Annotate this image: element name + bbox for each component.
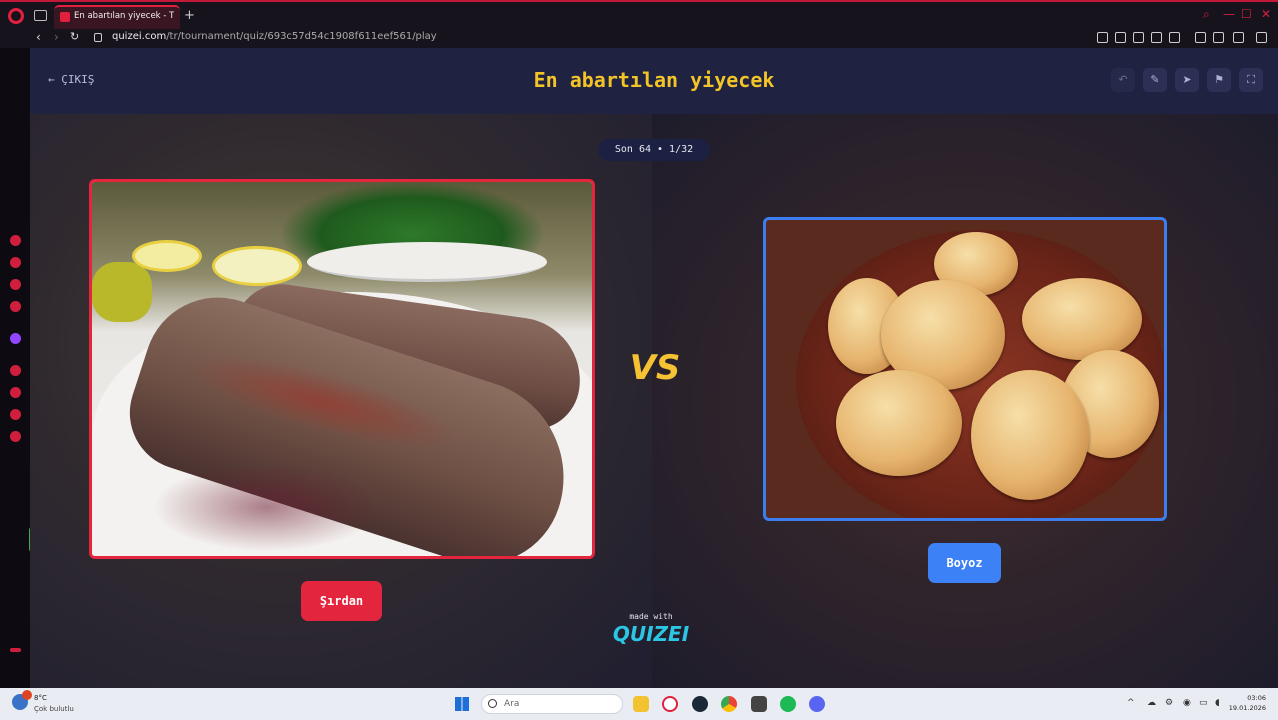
search-tabs-icon[interactable]: ⌕ <box>1203 7 1210 22</box>
image-pastry <box>836 370 962 476</box>
file-explorer-icon[interactable] <box>633 696 649 712</box>
weather-condition: Çok bulutlu <box>34 705 74 713</box>
page-title: En abartılan yiyecek <box>533 68 775 92</box>
taskbar-search[interactable]: Ara <box>481 694 623 714</box>
url-path: /tr/tournament/quiz/693c57d54c1908f611ee… <box>166 31 437 42</box>
right-choice-button[interactable]: Boyoz <box>928 543 1001 583</box>
steam-tray-icon[interactable]: ◉ <box>1183 698 1191 708</box>
browser-window: En abartılan yiyecek - Ti + ⌕ — ☐ ✕ ‹ › … <box>0 0 1278 720</box>
round-indicator: Son 64 • 1/32 <box>598 139 710 161</box>
download-icon[interactable] <box>1213 32 1224 43</box>
active-tab[interactable]: En abartılan yiyecek - Ti <box>54 5 180 29</box>
sidebar-bookmarks-icon[interactable] <box>10 409 21 420</box>
flag-icon[interactable]: ⚑ <box>1207 68 1231 92</box>
sidebar-settings-icon[interactable] <box>10 431 21 442</box>
wallet-icon[interactable] <box>1195 32 1206 43</box>
cloud-icon[interactable]: ☁ <box>1147 698 1156 708</box>
opera-taskbar-icon[interactable] <box>662 696 678 712</box>
address-bar: ‹ › ↻ quizei.com/tr/tournament/quiz/693c… <box>0 29 1278 48</box>
chrome-icon[interactable] <box>721 696 737 712</box>
aria-icon[interactable] <box>1233 32 1244 43</box>
image-pastry <box>1022 278 1142 360</box>
extension-icon[interactable] <box>1097 32 1108 43</box>
weather-temp: 8°C <box>34 694 47 702</box>
plus-icon[interactable]: + <box>184 8 195 23</box>
sidebar-whatsapp-icon[interactable] <box>10 279 21 290</box>
minimize-icon[interactable]: — <box>1223 7 1235 21</box>
clock-time: 03:06 <box>1247 694 1266 702</box>
url-field[interactable]: quizei.com/tr/tournament/quiz/693c57d54c… <box>112 31 437 42</box>
shield-icon[interactable] <box>1133 32 1144 43</box>
sidebar-more-icon[interactable] <box>10 648 21 652</box>
vs-icon: VS <box>629 348 681 388</box>
fullscreen-icon[interactable]: ⛶ <box>1239 68 1263 92</box>
sidebar-history-icon[interactable] <box>10 387 21 398</box>
sidebar-twitch-icon[interactable] <box>10 333 21 344</box>
tab-bar: En abartılan yiyecek - Ti + ⌕ — ☐ ✕ <box>0 0 1278 29</box>
edit-icon[interactable]: ✎ <box>1143 68 1167 92</box>
lock-icon <box>94 33 102 42</box>
quizei-logo[interactable]: QUIZEI <box>606 622 696 646</box>
sidebar-messenger-icon[interactable] <box>10 257 21 268</box>
clock-date: 19.01.2026 <box>1228 704 1266 712</box>
image-pastry <box>971 370 1089 500</box>
image-sumac <box>152 462 382 552</box>
windows-taskbar: 8°C Çok bulutlu Ara ^ ☁ ⚙ ◉ ▭ ◖ 03:06 19.… <box>0 688 1278 720</box>
steam-icon[interactable] <box>692 696 708 712</box>
discord-icon[interactable] <box>809 696 825 712</box>
opera-logo-icon[interactable] <box>8 8 24 24</box>
clock[interactable]: 03:06 19.01.2026 <box>1228 693 1266 713</box>
undo-icon[interactable]: ↶ <box>1111 68 1135 92</box>
monitor-icon[interactable]: ▭ <box>1199 698 1208 708</box>
windows-start-icon[interactable] <box>455 697 469 711</box>
back-icon[interactable]: ‹ <box>36 30 41 44</box>
quiz-header: ← ÇIKIŞ En abartılan yiyecek ↶ ✎ ➤ ⚑ ⛶ <box>30 48 1278 114</box>
gear-icon[interactable]: ⚙ <box>1165 698 1173 708</box>
url-domain: quizei.com <box>112 31 167 42</box>
chevron-up-icon[interactable]: ^ <box>1127 698 1135 708</box>
search-placeholder: Ara <box>504 699 520 709</box>
menu-icon[interactable] <box>1256 32 1267 43</box>
quiz-page: ← ÇIKIŞ En abartılan yiyecek ↶ ✎ ➤ ⚑ ⛶ S… <box>30 48 1278 688</box>
sidebar-music-icon[interactable] <box>10 365 21 376</box>
spotify-icon[interactable] <box>780 696 796 712</box>
image-bowl <box>307 242 547 282</box>
workspaces-icon[interactable] <box>34 10 47 21</box>
image-pepper <box>92 262 152 322</box>
tab-title: En abartılan yiyecek - Ti <box>74 11 174 21</box>
volume-icon[interactable]: ◖ <box>1215 698 1220 708</box>
right-choice-image[interactable] <box>763 217 1167 521</box>
share-icon[interactable]: ➤ <box>1175 68 1199 92</box>
sidebar-aria-icon[interactable] <box>10 235 21 246</box>
sidebar-discord-icon[interactable] <box>10 301 21 312</box>
left-choice-image[interactable] <box>89 179 595 559</box>
player-icon[interactable] <box>1151 32 1162 43</box>
notification-badge <box>22 690 32 700</box>
close-icon[interactable]: ✕ <box>1261 7 1271 21</box>
app-icon[interactable] <box>751 696 767 712</box>
search-icon <box>488 699 497 708</box>
image-lemon <box>132 240 202 272</box>
reload-icon[interactable]: ↻ <box>70 30 79 43</box>
maximize-icon[interactable]: ☐ <box>1241 7 1252 21</box>
snapshot-icon[interactable] <box>1115 32 1126 43</box>
made-with-text: made with <box>629 612 673 621</box>
browser-sidebar <box>0 48 30 688</box>
left-choice-button[interactable]: Şırdan <box>301 581 382 621</box>
image-lemon <box>212 246 302 286</box>
forward-icon[interactable]: › <box>54 30 59 44</box>
favicon-icon <box>60 12 70 22</box>
heart-icon[interactable] <box>1169 32 1180 43</box>
